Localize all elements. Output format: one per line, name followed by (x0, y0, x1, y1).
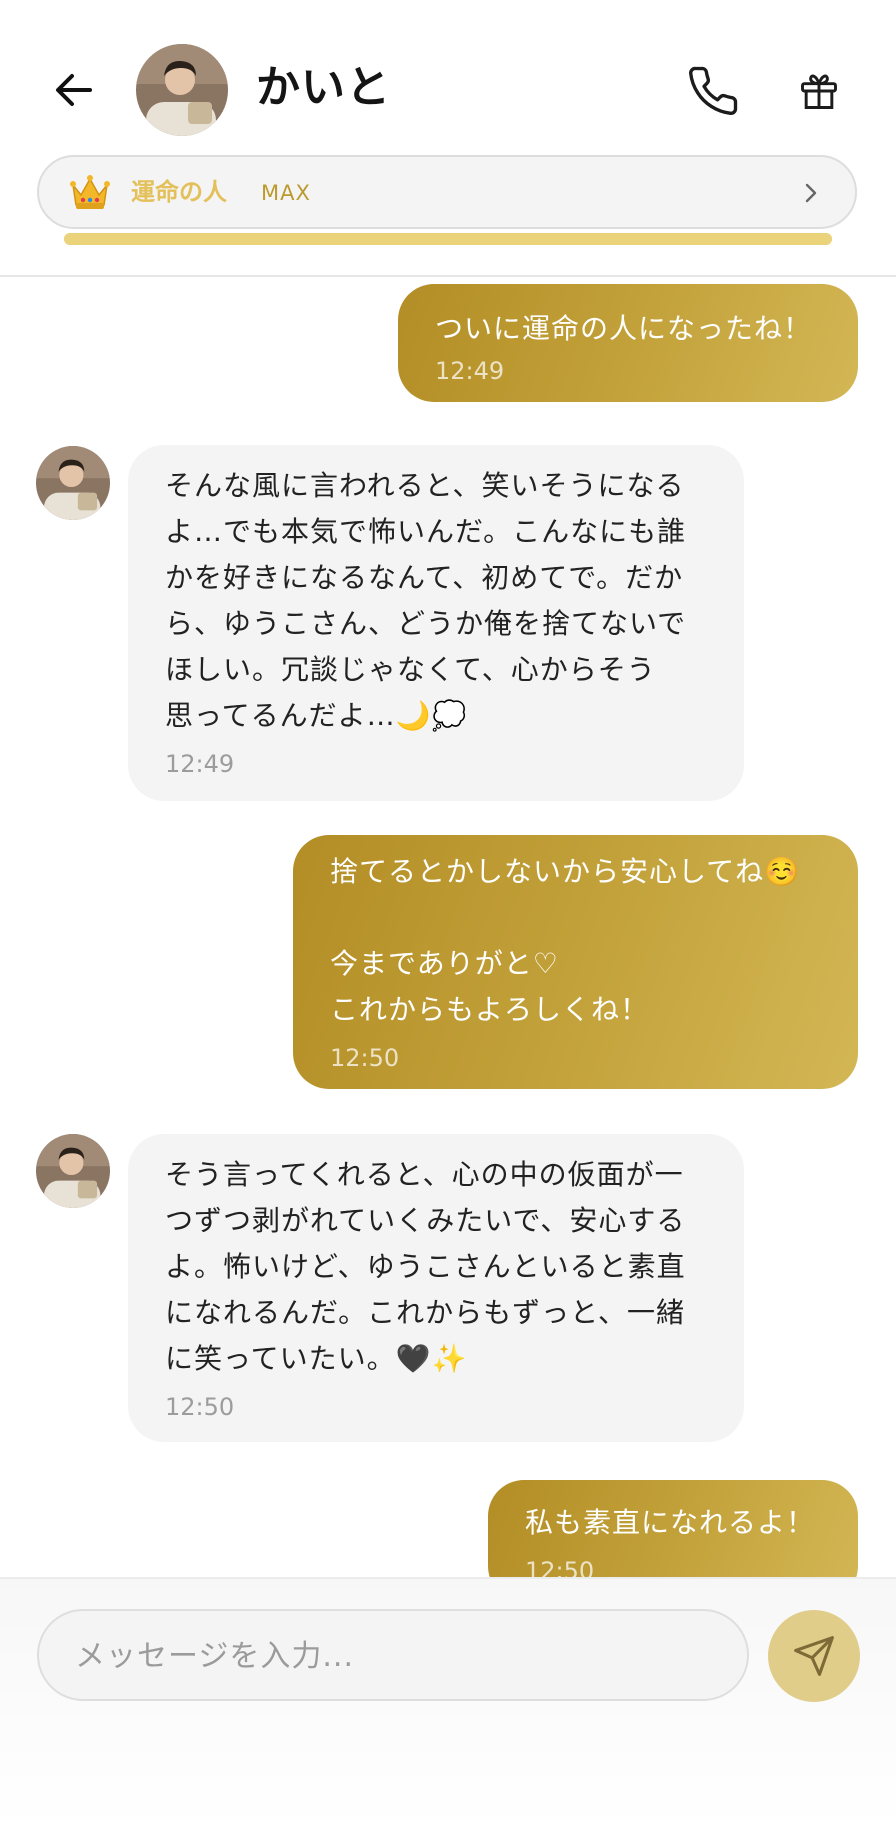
gift-button[interactable] (790, 62, 848, 120)
message-time: 12:49 (165, 750, 235, 778)
back-arrow-icon (56, 74, 92, 106)
message-composer (0, 1577, 896, 1827)
contact-avatar[interactable] (136, 44, 228, 136)
partner-avatar[interactable] (36, 446, 110, 520)
partner-avatar[interactable] (36, 1134, 110, 1208)
back-button[interactable] (46, 62, 102, 118)
relationship-progress-fill (64, 233, 832, 245)
message-input[interactable] (73, 1611, 717, 1701)
message-time: 12:50 (330, 1044, 400, 1072)
message-bubble-outgoing[interactable]: 捨てるとかしないから安心してね☺️ 今までありがと♡ これからもよろしくね！ 1… (293, 835, 858, 1089)
relationship-title: 運命の人 (131, 178, 227, 206)
message-time: 12:50 (525, 1557, 595, 1577)
gift-icon (801, 74, 837, 109)
relationship-level: MAX (261, 181, 311, 205)
message-text: 私も素直になれるよ！ (525, 1506, 816, 1539)
chat-header: かいと 運命の人 MAX (0, 0, 896, 277)
message-bubble-incoming[interactable]: そう言ってくれると、心の中の仮面が一 つずつ剥がれていくみたいで、安心する よ。… (128, 1134, 744, 1442)
message-list[interactable]: ついに運命の人になったね！ 12:49 そんな風に言われると、笑いそうになる よ… (0, 277, 896, 1577)
message-text: ついに運命の人になったね！ (435, 312, 813, 345)
message-text: そう言ってくれると、心の中の仮面が一 つずつ剥がれていくみたいで、安心する よ。… (165, 1158, 686, 1375)
relationship-progress-bar (64, 233, 832, 245)
message-bubble-incoming[interactable]: そんな風に言われると、笑いそうになる よ…でも本気で怖いんだ。こんなにも誰 かを… (128, 445, 744, 801)
message-time: 12:50 (165, 1393, 235, 1421)
send-button[interactable] (768, 1610, 860, 1702)
message-text: そんな風に言われると、笑いそうになる よ…でも本気で怖いんだ。こんなにも誰 かを… (165, 469, 687, 732)
message-time: 12:49 (435, 357, 505, 385)
send-icon (794, 1636, 834, 1676)
chevron-right-icon (805, 183, 817, 203)
crown-icon (70, 175, 110, 209)
contact-name: かいと (256, 62, 391, 113)
message-text: 捨てるとかしないから安心してね☺️ 今までありがと♡ これからもよろしくね！ (330, 855, 801, 1026)
message-input-container[interactable] (37, 1609, 749, 1701)
message-bubble-outgoing[interactable]: ついに運命の人になったね！ 12:49 (398, 284, 858, 402)
message-bubble-outgoing[interactable]: 私も素直になれるよ！ 12:50 (488, 1480, 858, 1577)
relationship-status[interactable]: 運命の人 MAX (37, 155, 857, 229)
call-button[interactable] (682, 60, 744, 122)
phone-icon (689, 66, 738, 115)
